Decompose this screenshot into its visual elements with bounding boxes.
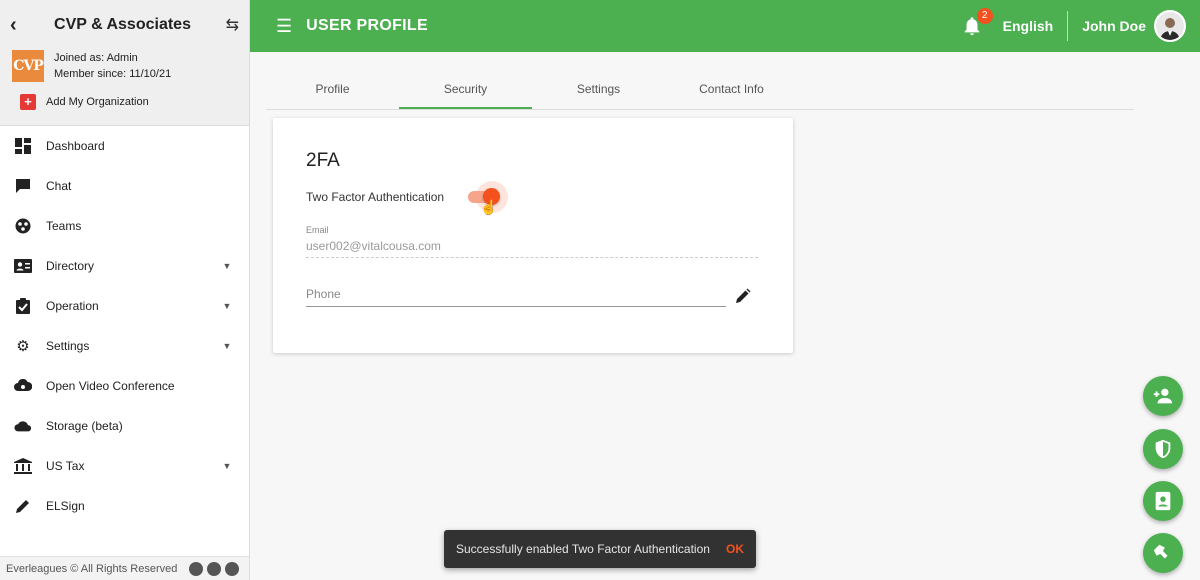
edit-icon[interactable] bbox=[735, 288, 751, 304]
pin-button[interactable] bbox=[1143, 533, 1183, 573]
apple-icon[interactable] bbox=[207, 561, 222, 576]
security-button[interactable] bbox=[1143, 429, 1183, 469]
hand-cursor-icon: ☝ bbox=[480, 199, 498, 215]
video-conference-icon bbox=[14, 377, 32, 395]
language-selector[interactable]: English bbox=[1003, 11, 1069, 41]
menu-icon[interactable]: ☰ bbox=[276, 16, 292, 37]
phone-field[interactable]: Phone bbox=[306, 287, 726, 307]
sidebar-item-storage[interactable]: Storage (beta) bbox=[0, 406, 249, 446]
org-name: CVP & Associates bbox=[54, 16, 191, 33]
sidebar-nav: Dashboard Chat Teams Directory ▼ Operati… bbox=[0, 126, 249, 526]
contact-card-button[interactable] bbox=[1143, 481, 1183, 521]
snackbar-message: Successfully enabled Two Factor Authenti… bbox=[456, 542, 710, 556]
notification-badge: 2 bbox=[976, 8, 993, 24]
snackbar-ok-button[interactable]: OK bbox=[726, 542, 744, 556]
sidebar-item-operation[interactable]: Operation ▼ bbox=[0, 286, 249, 326]
sidebar-item-video-conference[interactable]: Open Video Conference bbox=[0, 366, 249, 406]
sidebar-item-label: Chat bbox=[46, 179, 72, 193]
sidebar-item-label: Teams bbox=[46, 219, 82, 233]
tab-contact-info[interactable]: Contact Info bbox=[665, 70, 798, 109]
add-organization-label: Add My Organization bbox=[46, 96, 149, 108]
switch-org-icon[interactable]: ⇆ bbox=[217, 15, 239, 35]
cloud-icon bbox=[14, 417, 32, 435]
sidebar-item-label: Operation bbox=[46, 299, 99, 313]
two-factor-card: 2FA Two Factor Authentication ☝ Email us… bbox=[273, 118, 793, 353]
chrome-icon[interactable] bbox=[189, 561, 204, 576]
sidebar-item-label: Dashboard bbox=[46, 139, 105, 153]
sidebar-item-directory[interactable]: Directory ▼ bbox=[0, 246, 249, 286]
bank-icon bbox=[14, 457, 32, 475]
member-since: Member since: 11/10/21 bbox=[54, 68, 172, 80]
profile-tabs: Profile Security Settings Contact Info bbox=[266, 70, 1134, 110]
sidebar-item-chat[interactable]: Chat bbox=[0, 166, 249, 206]
sidebar-header: ‹ CVP & Associates ⇆ CVP Joined as: Admi… bbox=[0, 0, 249, 126]
two-factor-label: Two Factor Authentication bbox=[306, 190, 445, 204]
add-user-button[interactable] bbox=[1143, 376, 1183, 416]
sidebar-item-dashboard[interactable]: Dashboard bbox=[0, 126, 249, 166]
add-organization-button[interactable]: + Add My Organization bbox=[0, 94, 249, 110]
contact-card-icon bbox=[1155, 491, 1171, 511]
chevron-down-icon[interactable]: ▼ bbox=[219, 341, 235, 351]
dashboard-icon bbox=[14, 137, 32, 155]
operation-icon bbox=[14, 297, 32, 315]
add-user-icon bbox=[1153, 388, 1173, 404]
add-box-icon: + bbox=[20, 94, 36, 110]
chevron-down-icon[interactable]: ▼ bbox=[219, 301, 235, 311]
app-header: ☰ USER PROFILE 2 English John Doe bbox=[250, 0, 1200, 52]
sidebar-item-label: Settings bbox=[46, 339, 90, 353]
chevron-down-icon[interactable]: ▼ bbox=[219, 261, 235, 271]
snackbar: Successfully enabled Two Factor Authenti… bbox=[444, 530, 756, 568]
email-field: user002@vitalcousa.com bbox=[306, 239, 758, 258]
sidebar-item-label: US Tax bbox=[46, 459, 85, 473]
sidebar-footer: Everleagues © All Rights Reserved bbox=[0, 556, 249, 580]
settings-icon: ⚙ bbox=[16, 338, 30, 355]
user-name[interactable]: John Doe bbox=[1082, 18, 1146, 34]
tab-security[interactable]: Security bbox=[399, 70, 532, 109]
notifications-button[interactable]: 2 bbox=[961, 8, 993, 37]
back-icon[interactable]: ‹ bbox=[10, 14, 28, 37]
sidebar-item-teams[interactable]: Teams bbox=[0, 206, 249, 246]
card-title: 2FA bbox=[306, 150, 340, 171]
chevron-down-icon[interactable]: ▼ bbox=[219, 461, 235, 471]
chat-icon bbox=[14, 177, 32, 195]
avatar[interactable] bbox=[1154, 10, 1186, 42]
sidebar: ‹ CVP & Associates ⇆ CVP Joined as: Admi… bbox=[0, 0, 250, 580]
email-label: Email bbox=[306, 225, 329, 235]
sidebar-item-label: ELSign bbox=[46, 499, 85, 513]
copyright-text: Everleagues © All Rights Reserved bbox=[6, 562, 178, 575]
sidebar-item-label: Open Video Conference bbox=[46, 379, 175, 393]
directory-icon bbox=[14, 257, 32, 275]
sidebar-item-us-tax[interactable]: US Tax ▼ bbox=[0, 446, 249, 486]
sidebar-item-label: Directory bbox=[46, 259, 95, 273]
sidebar-item-label: Storage (beta) bbox=[46, 419, 123, 433]
teams-icon bbox=[14, 217, 32, 235]
sidebar-item-elsign[interactable]: ELSign bbox=[0, 486, 249, 526]
pin-icon bbox=[1153, 544, 1168, 559]
page-title: USER PROFILE bbox=[306, 17, 428, 34]
joined-as: Joined as: Admin bbox=[54, 52, 138, 64]
android-icon[interactable] bbox=[225, 561, 240, 576]
sidebar-item-settings[interactable]: ⚙ Settings ▼ bbox=[0, 326, 249, 366]
pen-icon bbox=[14, 497, 32, 515]
tab-settings[interactable]: Settings bbox=[532, 70, 665, 109]
tab-profile[interactable]: Profile bbox=[266, 70, 399, 109]
org-logo: CVP bbox=[12, 50, 44, 82]
shield-icon bbox=[1155, 439, 1171, 459]
